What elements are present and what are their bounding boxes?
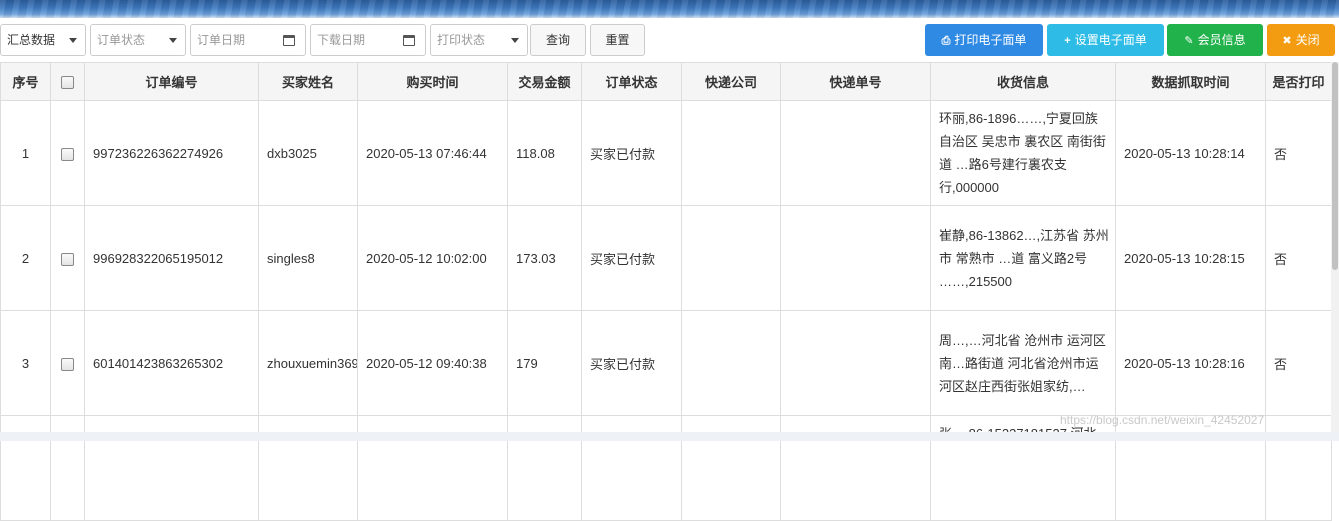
chevron-down-icon [69, 38, 77, 43]
row-courier [681, 310, 781, 416]
row-select-cell [50, 310, 85, 416]
row-checkbox[interactable] [61, 147, 74, 161]
header-fetch-time: 数据抓取时间 [1115, 62, 1266, 101]
print-waybill-button[interactable]: ⎙ 打印电子面单 [925, 24, 1043, 56]
row-buy-time: 2020-05-13 07:46:44 [357, 100, 508, 206]
top-banner [0, 0, 1339, 18]
row-tracking [780, 100, 931, 206]
print-waybill-label: 打印电子面单 [954, 33, 1027, 47]
row-order-no: 997236226362274926 [84, 100, 259, 206]
table-row[interactable]: 3 601401423863265302 zhouxuemin3690 2020… [0, 310, 1332, 416]
row-tracking [780, 205, 931, 311]
edit-icon: ✎ [1184, 35, 1194, 47]
row-fetch-time: 2020-05-13 10:28:16 [1115, 310, 1266, 416]
header-address: 收货信息 [930, 62, 1116, 101]
row-buy-time: 2020-05-12 10:02:00 [357, 205, 508, 311]
close-icon: ✖ [1282, 35, 1292, 47]
row-select-cell [50, 100, 85, 206]
row-buyer: dxb3025 [258, 100, 358, 206]
row-printed: 否 [1265, 100, 1332, 206]
setup-waybill-button[interactable]: + 设置电子面单 [1047, 24, 1164, 56]
header-select-all [50, 62, 85, 101]
print-status-placeholder: 打印状态 [437, 33, 486, 47]
row-order-no: 601401423863265302 [84, 310, 259, 416]
summary-select-value: 汇总数据 [7, 33, 56, 47]
row-address: 崔静,86-13862…,江苏省 苏州市 常熟市 …道 富义路2号 ……,215… [930, 205, 1116, 311]
close-button[interactable]: ✖ 关闭 [1267, 24, 1335, 56]
scrollbar-thumb[interactable] [1332, 62, 1338, 270]
table-header-row: 序号 订单编号 买家姓名 购买时间 交易金额 订单状态 快递公司 快递单号 收货… [0, 62, 1332, 101]
row-index: 1 [0, 100, 51, 206]
header-index: 序号 [0, 62, 51, 101]
bottom-bar [0, 432, 1339, 441]
row-amount: 179 [507, 310, 582, 416]
query-button[interactable]: 查询 [530, 24, 586, 56]
header-printed: 是否打印 [1265, 62, 1332, 101]
table-row[interactable]: 2 996928322065195012 singles8 2020-05-12… [0, 205, 1332, 311]
row-tracking [780, 310, 931, 416]
plus-icon: + [1064, 35, 1071, 47]
row-amount: 173.03 [507, 205, 582, 311]
vertical-scrollbar[interactable] [1331, 62, 1339, 441]
header-amount: 交易金额 [507, 62, 582, 101]
row-index: 3 [0, 310, 51, 416]
row-select-cell [50, 205, 85, 311]
header-buy-time: 购买时间 [357, 62, 508, 101]
row-buyer: zhouxuemin3690 [258, 310, 358, 416]
summary-select[interactable]: 汇总数据 [0, 24, 86, 56]
row-status: 买家已付款 [581, 205, 682, 311]
close-label: 关闭 [1295, 33, 1320, 47]
print-status-select[interactable]: 打印状态 [430, 24, 528, 56]
row-checkbox[interactable] [61, 357, 74, 371]
row-address: 环丽,86-1896……,宁夏回族自治区 吴忠市 裏农区 南街街道 …路6号建行… [930, 100, 1116, 206]
chevron-down-icon [511, 38, 519, 43]
setup-waybill-label: 设置电子面单 [1074, 33, 1147, 47]
order-date-input[interactable]: 订单日期 [190, 24, 306, 56]
row-status: 买家已付款 [581, 100, 682, 206]
header-order-no: 订单编号 [84, 62, 259, 101]
chevron-down-icon [169, 38, 177, 43]
row-order-no: 996928322065195012 [84, 205, 259, 311]
row-index: 2 [0, 205, 51, 311]
row-checkbox[interactable] [61, 252, 74, 266]
row-buy-time: 2020-05-12 09:40:38 [357, 310, 508, 416]
select-all-checkbox[interactable] [61, 76, 74, 90]
row-status: 买家已付款 [581, 310, 682, 416]
header-status: 订单状态 [581, 62, 682, 101]
row-courier [681, 205, 781, 311]
order-status-select[interactable]: 订单状态 [90, 24, 186, 56]
member-info-button[interactable]: ✎ 会员信息 [1167, 24, 1263, 56]
order-date-placeholder: 订单日期 [197, 33, 246, 47]
row-courier [681, 100, 781, 206]
header-tracking: 快递单号 [780, 62, 931, 101]
reset-button[interactable]: 重置 [590, 24, 645, 56]
member-info-label: 会员信息 [1197, 33, 1246, 47]
calendar-icon [283, 35, 295, 46]
header-courier: 快递公司 [681, 62, 781, 101]
row-fetch-time: 2020-05-13 10:28:14 [1115, 100, 1266, 206]
download-date-placeholder: 下载日期 [317, 33, 366, 47]
row-fetch-time: 2020-05-13 10:28:15 [1115, 205, 1266, 311]
toolbar: 汇总数据 订单状态 订单日期 下载日期 打印状态 查询 重置 ⎙ 打印电子面单 +… [0, 22, 1339, 58]
row-printed: 否 [1265, 310, 1332, 416]
watermark-text: https://blog.csdn.net/weixin_42452027 [1060, 413, 1265, 427]
table-row[interactable]: 1 997236226362274926 dxb3025 2020-05-13 … [0, 100, 1332, 206]
row-buyer: singles8 [258, 205, 358, 311]
row-amount: 118.08 [507, 100, 582, 206]
row-address: 周…,…河北省 沧州市 运河区 南…路街道 河北省沧州市运河区赵庄西街张姐家纺,… [930, 310, 1116, 416]
calendar-icon [403, 35, 415, 46]
printer-icon: ⎙ [941, 35, 951, 47]
row-printed: 否 [1265, 205, 1332, 311]
download-date-input[interactable]: 下载日期 [310, 24, 426, 56]
orders-table: 序号 订单编号 买家姓名 购买时间 交易金额 订单状态 快递公司 快递单号 收货… [0, 62, 1332, 521]
header-buyer: 买家姓名 [258, 62, 358, 101]
order-status-placeholder: 订单状态 [97, 33, 146, 47]
